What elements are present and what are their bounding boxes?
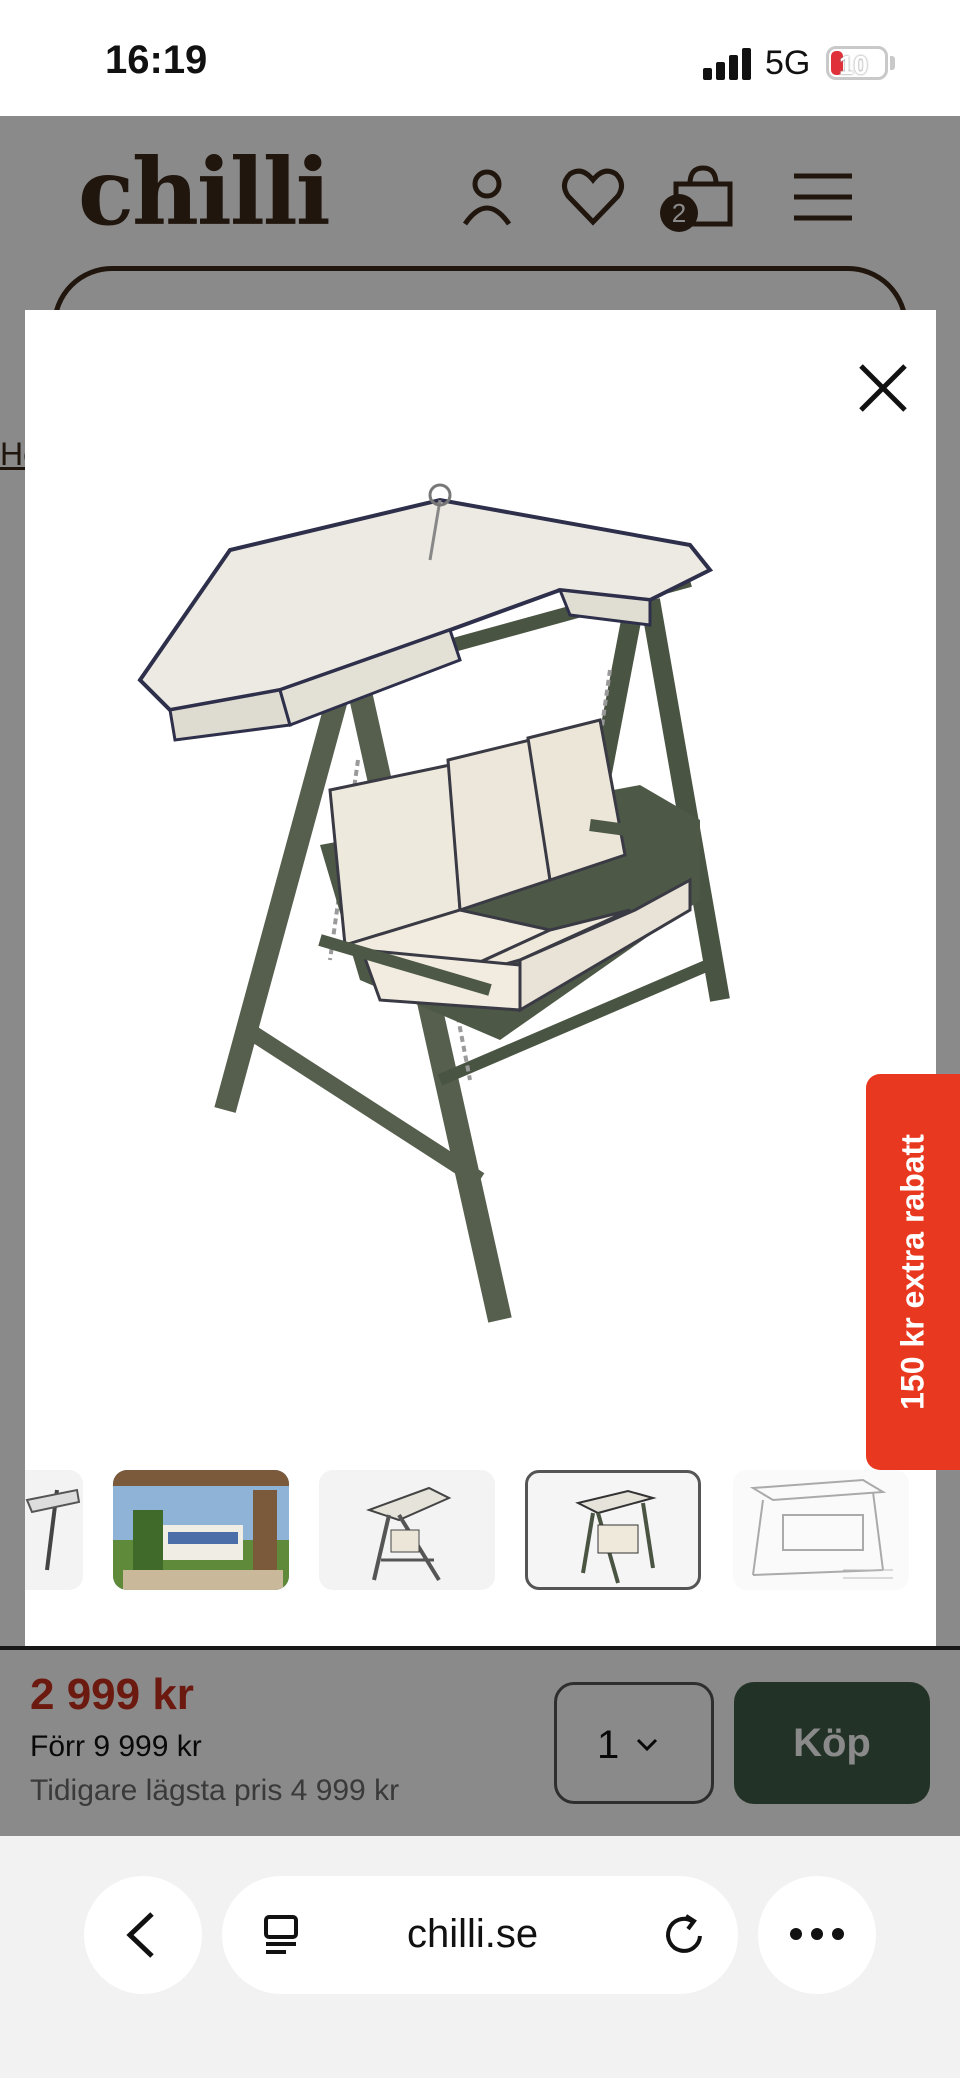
thumbnail-1[interactable] (25, 1470, 83, 1590)
battery-tip (890, 56, 895, 70)
thumbnail-3[interactable] (319, 1470, 495, 1590)
battery-level: 10 (839, 50, 868, 80)
close-icon[interactable] (855, 360, 911, 416)
promo-label: 150 kr extra rabatt (894, 1134, 931, 1410)
cellular-signal-icon (703, 48, 751, 80)
thumbnail-4-active[interactable] (525, 1470, 701, 1590)
reload-icon[interactable] (662, 1912, 708, 1958)
url-bar[interactable]: chilli.se (222, 1876, 738, 1994)
network-type: 5G (765, 44, 811, 82)
thumbnail-5[interactable] (733, 1470, 909, 1590)
status-bar: 16:19 5G 10 (0, 0, 960, 116)
promo-side-tab[interactable]: 150 kr extra rabatt (866, 1074, 960, 1470)
battery-icon: 10 (826, 46, 888, 80)
status-time: 16:19 (105, 38, 208, 82)
product-image-garden-swing (137, 483, 730, 1323)
back-button[interactable] (84, 1876, 202, 1994)
thumbnail-strip[interactable] (25, 1470, 936, 1590)
more-options-button[interactable] (758, 1876, 876, 1994)
thumbnail-2[interactable] (113, 1470, 289, 1590)
url-text: chilli.se (407, 1912, 539, 1956)
page-menu-icon[interactable] (262, 1914, 302, 1956)
browser-toolbar: chilli.se (0, 1836, 960, 2078)
ellipsis-icon (790, 1928, 844, 1940)
chevron-left-icon (126, 1912, 154, 1958)
